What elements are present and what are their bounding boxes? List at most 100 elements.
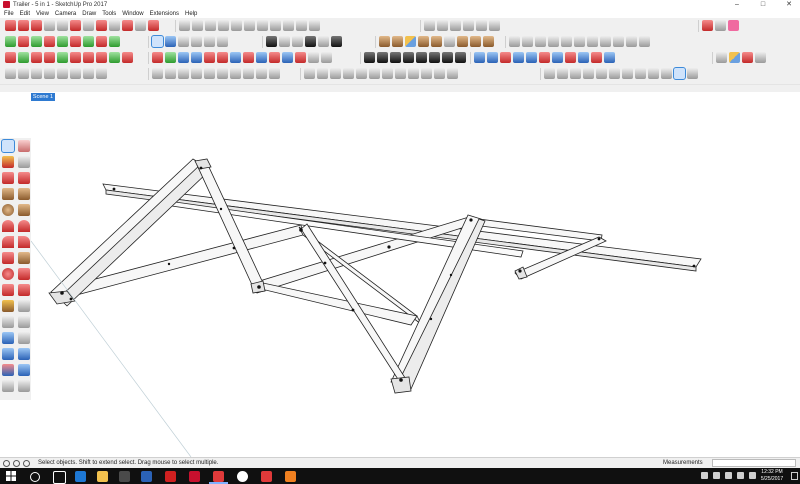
volume-icon[interactable] (737, 472, 744, 479)
view-icon[interactable] (574, 36, 585, 47)
select-arrow-icon[interactable] (1, 139, 15, 153)
sketchup-taskbar-icon[interactable] (213, 471, 224, 482)
line-tool-icon[interactable] (44, 20, 55, 31)
freehand-icon[interactable] (18, 172, 30, 184)
tool-icon[interactable] (269, 68, 280, 79)
save-icon[interactable] (489, 20, 500, 31)
vlc-icon[interactable] (285, 471, 296, 482)
tool-icon[interactable] (408, 68, 419, 79)
tool-icon[interactable] (544, 68, 555, 79)
tool-icon[interactable] (152, 52, 163, 63)
push-pull-tool-icon[interactable] (148, 20, 159, 31)
tool-icon[interactable] (742, 52, 753, 63)
tool-icon[interactable] (369, 68, 380, 79)
eraser-icon[interactable] (18, 156, 30, 168)
selected-tool-icon[interactable] (673, 67, 686, 80)
tool-icon[interactable] (204, 52, 215, 63)
app-icon[interactable] (237, 471, 248, 482)
tool-icon[interactable] (204, 68, 215, 79)
shape-icon[interactable] (204, 36, 215, 47)
chevron-up-icon[interactable] (701, 472, 708, 479)
tool-icon[interactable] (635, 68, 646, 79)
warehouse-icon[interactable] (305, 36, 316, 47)
dimension-icon[interactable] (231, 20, 242, 31)
tool-icon[interactable] (321, 52, 332, 63)
menu-file[interactable]: File (4, 10, 14, 18)
tool-icon[interactable] (474, 52, 485, 63)
close-button[interactable]: ✕ (778, 0, 800, 10)
text-tool-icon[interactable] (257, 20, 268, 31)
tool-icon[interactable] (44, 52, 55, 63)
tool-icon[interactable] (152, 68, 163, 79)
tool-icon[interactable] (256, 68, 267, 79)
tool-icon[interactable] (513, 52, 524, 63)
menu-help[interactable]: Help (185, 10, 197, 18)
shape-icon[interactable] (31, 36, 42, 47)
rotated-rectangle-icon[interactable] (70, 20, 81, 31)
shape-icon[interactable] (109, 36, 120, 47)
eraser-icon[interactable] (18, 140, 30, 152)
tool-icon[interactable] (57, 52, 68, 63)
scene-tab[interactable]: Scene 1 (31, 93, 55, 101)
shape-icon[interactable] (18, 36, 29, 47)
tool-icon[interactable] (44, 68, 55, 79)
file-explorer-icon[interactable] (97, 471, 108, 482)
view-icon[interactable] (613, 36, 624, 47)
shape-icon[interactable] (57, 36, 68, 47)
zoom-extents-icon[interactable] (2, 364, 14, 376)
component-icon[interactable] (292, 36, 303, 47)
ruby-console-icon[interactable] (702, 20, 713, 31)
tool-icon[interactable] (191, 68, 202, 79)
shape-icon[interactable] (191, 36, 202, 47)
tool-icon[interactable] (109, 52, 120, 63)
menu-tools[interactable]: Tools (102, 10, 116, 18)
tool-icon[interactable] (487, 52, 498, 63)
tool-icon[interactable] (5, 68, 16, 79)
model-viewport[interactable] (31, 101, 800, 457)
shape-icon[interactable] (5, 36, 16, 47)
print-icon[interactable] (463, 20, 474, 31)
shape-icon[interactable] (44, 36, 55, 47)
arc-tool-icon[interactable] (18, 20, 29, 31)
redo-icon[interactable] (437, 20, 448, 31)
tool-icon[interactable] (596, 68, 607, 79)
tool-icon[interactable] (609, 68, 620, 79)
offset-icon[interactable] (18, 284, 30, 296)
tool-icon[interactable] (648, 68, 659, 79)
model-info-icon[interactable] (476, 20, 487, 31)
walk-icon[interactable] (2, 380, 14, 392)
tool-icon[interactable] (217, 68, 228, 79)
app-icon[interactable] (189, 471, 200, 482)
pan-icon[interactable] (18, 332, 30, 344)
tool-icon[interactable] (217, 52, 228, 63)
undo-icon[interactable] (424, 20, 435, 31)
tool-icon[interactable] (382, 68, 393, 79)
rotated-rectangle-icon[interactable] (18, 188, 30, 200)
axes-icon[interactable] (218, 20, 229, 31)
menu-window[interactable]: Window (122, 10, 143, 18)
tool-icon[interactable] (31, 52, 42, 63)
taskbar-clock[interactable]: 12:32 PM 5/25/2017 (756, 469, 788, 483)
component-icon[interactable] (331, 36, 342, 47)
windows-start-icon[interactable] (6, 471, 16, 481)
geo-location-icon[interactable] (13, 460, 20, 467)
tool-icon[interactable] (165, 52, 176, 63)
rotate-icon[interactable] (2, 268, 14, 280)
tool-icon[interactable] (455, 52, 466, 63)
copy-icon[interactable] (296, 20, 307, 31)
paint-bucket-icon[interactable] (2, 156, 14, 168)
tool-icon[interactable] (282, 52, 293, 63)
section-cut-icon[interactable] (192, 20, 203, 31)
tool-icon[interactable] (729, 52, 740, 63)
tool-icon[interactable] (565, 52, 576, 63)
component-icon[interactable] (266, 36, 277, 47)
tool-icon[interactable] (500, 52, 511, 63)
material-icon[interactable] (405, 36, 416, 47)
rectangle-icon[interactable] (2, 188, 14, 200)
keyboard-icon[interactable] (749, 472, 756, 479)
tool-icon[interactable] (243, 52, 254, 63)
component-icon[interactable] (279, 36, 290, 47)
tool-icon[interactable] (622, 68, 633, 79)
menu-draw[interactable]: Draw (82, 10, 96, 18)
tool-icon[interactable] (317, 68, 328, 79)
